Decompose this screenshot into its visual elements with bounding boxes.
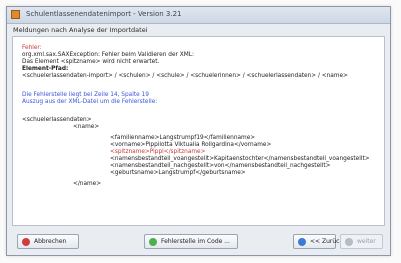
show-error-in-code-button[interactable]: Fehlerstelle im Code ... — [144, 234, 238, 249]
next-arrow-icon — [345, 237, 353, 246]
error-location: Die Fehlerstelle liegt bei Zeile 14, Spa… — [22, 92, 149, 98]
excerpt-label: Auszug aus der XML-Datei um die Fehlerst… — [22, 99, 158, 105]
error-message-1: org.xml.sax.SAXException: Fehler beim Va… — [22, 52, 194, 58]
xml-line: <namensbestandteil_nachgestellt>von</nam… — [110, 163, 331, 169]
code-icon — [149, 237, 157, 246]
next-button[interactable]: weiter — [340, 234, 383, 249]
error-label: Fehler: — [22, 45, 42, 51]
error-message-2: Das Element <spitzname> wird nicht erwar… — [22, 59, 160, 65]
show-error-label: Fehlerstelle im Code ... — [161, 238, 230, 245]
back-label: << Zurück — [310, 238, 343, 245]
button-bar: Abbrechen Fehlerstelle im Code ... << Zu… — [7, 234, 390, 256]
xml-line: <familienname>Langstrumpf19</familiennam… — [110, 135, 256, 141]
cancel-label: Abbrechen — [34, 238, 67, 245]
xml-close-name: </name> — [73, 181, 102, 187]
xml-error-line: <spitzname>Pippi</spitzname> — [110, 149, 206, 155]
back-button[interactable]: << Zurück — [293, 234, 343, 249]
analysis-header: Meldungen nach Analyse der Importdatei — [13, 26, 148, 34]
window-title: Schulentlassenendatenimport - Version 3.… — [26, 10, 182, 18]
cancel-icon — [22, 237, 30, 246]
xml-open-root: <schuelerlassendaten> — [22, 117, 92, 123]
element-path: <schuelerlassendaten-import> / <schulen>… — [22, 73, 348, 79]
xml-line: <geburtsname>Langstrumpf</geburtsname> — [110, 170, 246, 176]
app-icon — [11, 10, 20, 19]
message-panel[interactable]: Fehler: org.xml.sax.SAXException: Fehler… — [12, 36, 385, 226]
import-dialog-window: Schulentlassenendatenimport - Version 3.… — [6, 6, 391, 256]
title-bar[interactable]: Schulentlassenendatenimport - Version 3.… — [7, 7, 390, 24]
xml-line: <vorname>Pippilotta Viktualia Rollgardin… — [110, 142, 272, 148]
xml-open-name: <name> — [73, 124, 100, 130]
cancel-button[interactable]: Abbrechen — [17, 234, 79, 249]
back-arrow-icon — [298, 237, 306, 246]
element-path-label: Element-Pfad: — [22, 66, 69, 72]
xml-line: <namensbestandteil_voangestellt>Kapitaen… — [110, 156, 370, 162]
next-label: weiter — [357, 238, 376, 245]
